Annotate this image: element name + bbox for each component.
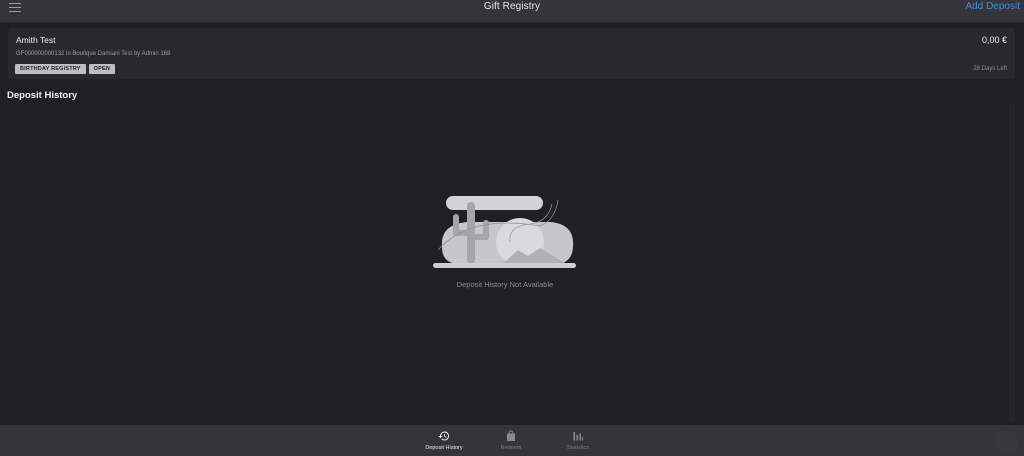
add-deposit-button[interactable]: Add Deposit: [966, 1, 1020, 12]
empty-state-message: Deposit History Not Available: [456, 280, 554, 289]
page-title: Gift Registry: [483, 1, 541, 12]
badge-group: BIRTHDAY REGISTRY OPEN: [15, 64, 116, 74]
tab-label: Redeem: [500, 445, 522, 451]
tab-label: Statistics: [566, 445, 589, 451]
section-title: Deposit History: [7, 90, 78, 101]
registry-card[interactable]: Amith Test 0,00 € GF000000000132 in Bout…: [8, 28, 1015, 79]
days-left: 28 Days Left: [973, 66, 1007, 72]
floating-action-button[interactable]: [996, 430, 1018, 452]
empty-desert-illustration-icon: [433, 196, 576, 268]
registry-amount: 0,00 €: [981, 35, 1007, 45]
bar-chart-icon: [573, 432, 583, 441]
tab-label: Deposit History: [425, 445, 463, 451]
status-badge: OPEN: [88, 64, 116, 74]
registry-name: Amith Test: [16, 35, 56, 45]
registry-type-badge: BIRTHDAY REGISTRY: [15, 64, 86, 74]
tab-redeem[interactable]: Redeem: [481, 430, 541, 451]
tab-deposit-history[interactable]: Deposit History: [414, 430, 474, 451]
tab-statistics[interactable]: Statistics: [548, 430, 608, 451]
history-icon: [438, 431, 449, 441]
bag-icon: [507, 430, 515, 441]
registry-meta: GF000000000132 in Boutique Damiani Test …: [16, 51, 171, 57]
bottom-nav: Deposit History Redeem Statistics: [0, 425, 1024, 456]
top-bar: Gift Registry Add Deposit: [0, 0, 1024, 23]
scrollbar[interactable]: [1009, 104, 1015, 422]
